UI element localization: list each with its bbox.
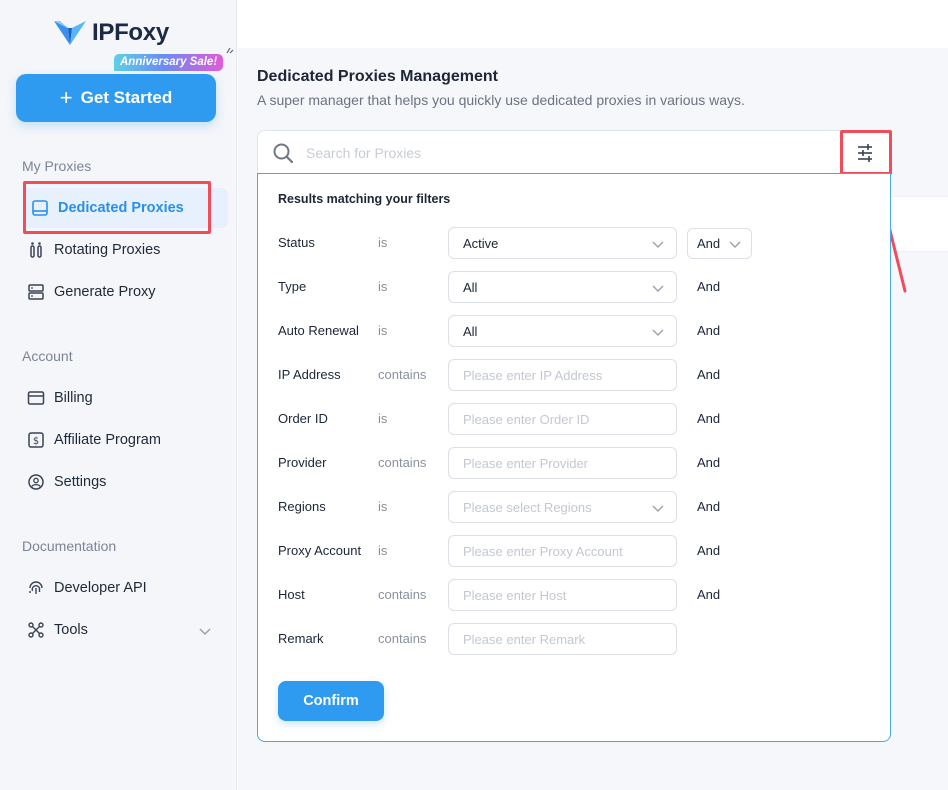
sidebar-item-tools[interactable]: Tools (26, 610, 88, 650)
filter-op-proxy-account: is (378, 543, 388, 558)
filter-label-host: Host (278, 587, 305, 602)
regions-select[interactable]: Please select Regions (448, 491, 677, 523)
filter-op-provider: contains (378, 455, 427, 470)
filter-label-order-id: Order ID (278, 411, 328, 426)
page-title: Dedicated Proxies Management (257, 68, 498, 85)
auto-renewal-select[interactable]: All (448, 315, 677, 347)
and-label: And (697, 323, 721, 338)
sidebar: IPFoxy Anniversary Sale! + Get Started M… (0, 0, 237, 790)
and-label: And (697, 543, 721, 558)
sidebar-item-label: Affiliate Program (54, 432, 161, 448)
logic-and-value: And (697, 236, 721, 251)
logo[interactable]: IPFoxy (52, 18, 169, 48)
chevron-down-icon (652, 241, 664, 248)
type-select-value: All (463, 279, 478, 295)
and-label: And (697, 499, 721, 514)
and-label: And (697, 455, 721, 470)
status-select-value: Active (463, 235, 499, 251)
chevron-down-icon (729, 241, 741, 248)
filter-label-auto-renewal: Auto Renewal (278, 323, 359, 338)
filter-panel-title: Results matching your filters (278, 192, 451, 206)
sidebar-item-generate-proxy[interactable]: Generate Proxy (26, 272, 156, 312)
chevron-down-icon[interactable] (198, 624, 212, 638)
brand-name: IPFoxy (92, 19, 169, 46)
status-select[interactable]: Active (448, 227, 677, 259)
sidebar-item-label: Developer API (54, 580, 147, 596)
filter-op-auto-renewal: is (378, 323, 388, 338)
billing-card-icon (27, 391, 45, 405)
filter-label-proxy-account: Proxy Account (278, 543, 362, 558)
logic-and-select[interactable]: And (687, 228, 752, 259)
top-bar (238, 0, 948, 48)
tools-icon (28, 622, 44, 638)
chevron-down-icon (652, 329, 664, 336)
search-icon (273, 143, 294, 164)
sidebar-item-label: Tools (54, 622, 88, 638)
and-label: And (697, 587, 721, 602)
regions-select-placeholder: Please select Regions (463, 499, 592, 515)
filter-label-ip-address: IP Address (278, 367, 341, 382)
filter-op-remark: contains (378, 631, 427, 646)
filter-op-ip-address: contains (378, 367, 427, 382)
fingerprint-icon (29, 581, 43, 594)
sidebar-item-billing[interactable]: Billing (26, 378, 93, 418)
filter-label-regions: Regions (278, 499, 326, 514)
sidebar-item-settings[interactable]: Settings (26, 462, 106, 502)
and-label: And (697, 411, 721, 426)
section-my-proxies: My Proxies (22, 158, 92, 174)
search-bar (257, 130, 891, 174)
ip-address-input[interactable]: Please enter IP Address (448, 359, 677, 391)
server-stack-icon (28, 284, 44, 300)
rotating-proxy-icon (30, 242, 42, 258)
filter-op-order-id: is (378, 411, 388, 426)
provider-input[interactable]: Please enter Provider (448, 447, 677, 479)
plus-icon: + (59, 85, 73, 110)
order-id-input[interactable]: Please enter Order ID (448, 403, 677, 435)
sidebar-item-label: Rotating Proxies (54, 242, 161, 258)
chevron-down-icon (652, 505, 664, 512)
filter-label-type: Type (278, 279, 307, 294)
sidebar-item-developer-api[interactable]: Developer API (26, 568, 147, 608)
filter-op-type: is (378, 279, 388, 294)
filter-label-status: Status (278, 235, 315, 250)
filter-op-regions: is (378, 499, 388, 514)
host-input[interactable]: Please enter Host (448, 579, 677, 611)
section-account: Account (22, 348, 73, 364)
auto-renewal-select-value: All (463, 323, 478, 339)
confirm-button[interactable]: Confirm (278, 681, 384, 721)
filter-label-remark: Remark (278, 631, 324, 646)
and-label: And (697, 279, 721, 294)
get-started-label: Get Started (80, 88, 173, 107)
section-documentation: Documentation (22, 538, 117, 554)
filter-op-host: contains (378, 587, 427, 602)
fox-logo-icon (54, 21, 86, 45)
get-started-button[interactable]: + Get Started (16, 74, 216, 122)
remark-input[interactable]: Please enter Remark (448, 623, 677, 655)
highlight-box-filter (840, 130, 892, 175)
search-input[interactable] (306, 141, 826, 165)
anniversary-sale-badge[interactable]: Anniversary Sale! (114, 54, 224, 71)
filter-op-status: is (378, 235, 388, 250)
spark-icon (226, 47, 234, 54)
sidebar-item-affiliate-program[interactable]: $ Affiliate Program (26, 420, 161, 460)
chevron-down-icon (652, 285, 664, 292)
user-settings-icon (28, 474, 44, 490)
svg-text:$: $ (33, 436, 39, 447)
dollar-icon: $ (28, 432, 44, 448)
highlight-box-dedicated (23, 181, 211, 234)
sidebar-item-label: Billing (54, 390, 93, 406)
type-select[interactable]: All (448, 271, 677, 303)
sidebar-item-label: Settings (54, 474, 107, 490)
sidebar-item-label: Generate Proxy (54, 284, 156, 300)
proxy-account-input[interactable]: Please enter Proxy Account (448, 535, 677, 567)
sidebar-item-rotating-proxies[interactable]: Rotating Proxies (26, 230, 160, 270)
and-label: And (697, 367, 721, 382)
filter-label-provider: Provider (278, 455, 327, 470)
page-subtitle: A super manager that helps you quickly u… (257, 92, 745, 108)
